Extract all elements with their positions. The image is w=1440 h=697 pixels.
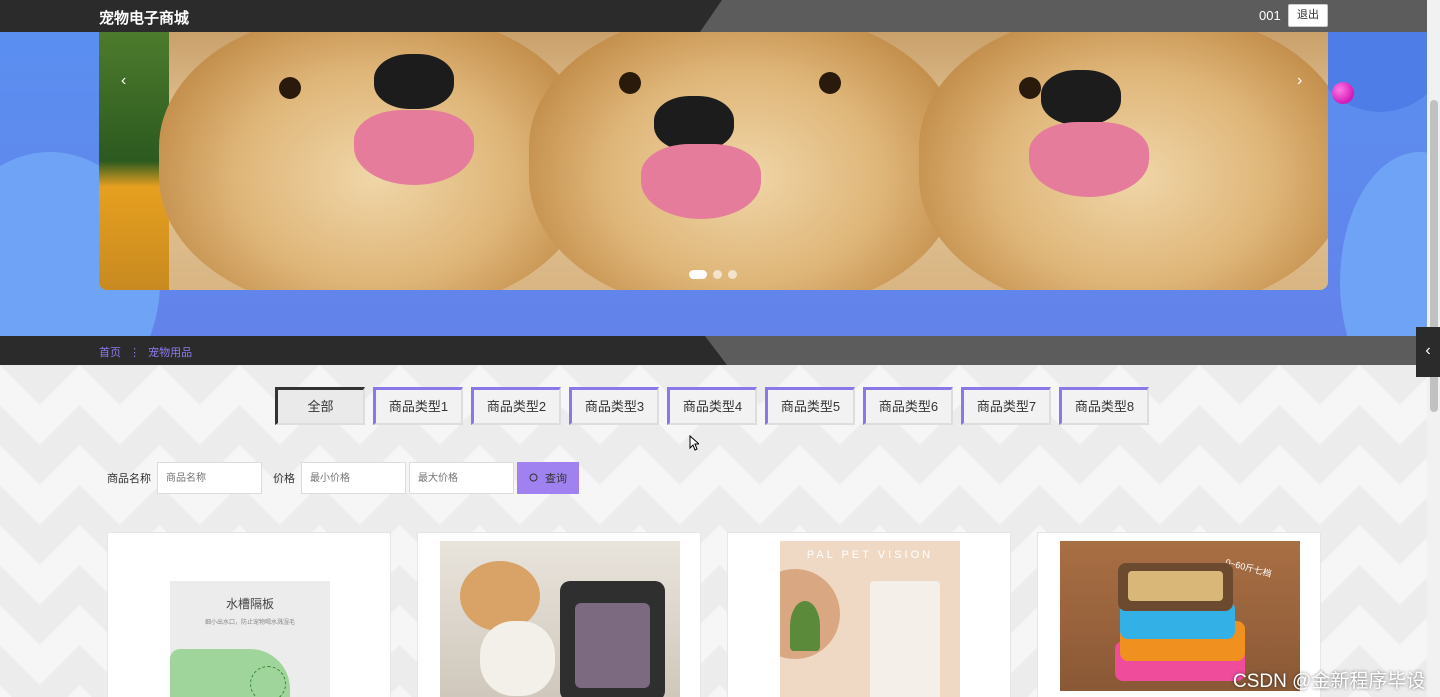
carousel[interactable]: ‹ › — [99, 32, 1328, 290]
breadcrumb: 首页 ⋮ 宠物用品 — [99, 344, 197, 360]
bed-mat — [1128, 571, 1223, 601]
carousel-prev-icon[interactable]: ‹ — [121, 72, 126, 90]
dog-eye — [279, 77, 301, 99]
product-image-subtitle: 细小出水口，防止宠物喝水溅湿毛 — [204, 620, 295, 626]
product-card[interactable]: PAL PET VISION — [727, 532, 1011, 697]
dog-tongue — [354, 110, 474, 185]
price-label: 价格 — [273, 473, 295, 485]
user-name: 001 — [1259, 8, 1281, 23]
tab-all[interactable]: 全部 — [275, 387, 365, 425]
dog-nose — [374, 54, 454, 109]
breadcrumb-bar: 首页 ⋮ 宠物用品 — [0, 336, 1427, 365]
mouse-cursor-icon — [689, 435, 699, 451]
top-header: 宠物电子商城 001 退出 — [0, 0, 1427, 32]
dog-shape — [480, 621, 555, 696]
tab-category-5[interactable]: 商品类型5 — [765, 387, 855, 425]
category-tabs: 全部 商品类型1 商品类型2 商品类型3 商品类型4 商品类型5 商品类型6 商… — [275, 387, 1149, 425]
tab-category-8[interactable]: 商品类型8 — [1059, 387, 1149, 425]
search-button-label: 查询 — [545, 473, 567, 485]
tab-category-3[interactable]: 商品类型3 — [569, 387, 659, 425]
side-panel-toggle-icon[interactable]: ‹ — [1416, 327, 1440, 377]
product-name-input[interactable] — [157, 462, 262, 494]
filter-bar: 商品名称 价格 查询 — [107, 462, 579, 494]
carousel-next-icon[interactable]: › — [1297, 72, 1302, 90]
feeder-tank — [575, 603, 650, 688]
watermark: CSDN @金新程序毕设 — [1233, 671, 1426, 692]
tab-category-6[interactable]: 商品类型6 — [863, 387, 953, 425]
tab-category-7[interactable]: 商品类型7 — [961, 387, 1051, 425]
search-button[interactable]: 查询 — [517, 462, 579, 494]
breadcrumb-current: 宠物用品 — [148, 347, 193, 359]
bowl-hole-icon — [250, 666, 286, 697]
tab-category-2[interactable]: 商品类型2 — [471, 387, 561, 425]
product-card[interactable] — [417, 532, 701, 697]
carousel-dot[interactable] — [689, 270, 707, 279]
cabinet-shape — [870, 581, 940, 697]
decor-ball-icon — [1332, 82, 1354, 104]
max-price-input[interactable] — [409, 462, 514, 494]
plant-shape — [790, 601, 820, 651]
breadcrumb-home[interactable]: 首页 — [99, 347, 121, 359]
content-area: 全部 商品类型1 商品类型2 商品类型3 商品类型4 商品类型5 商品类型6 商… — [0, 365, 1427, 697]
breadcrumb-wedge — [705, 336, 1427, 365]
tab-category-4[interactable]: 商品类型4 — [667, 387, 757, 425]
product-image[interactable]: PAL PET VISION — [780, 541, 960, 697]
carousel-dot[interactable] — [728, 270, 737, 279]
site-title[interactable]: 宠物电子商城 — [99, 7, 189, 28]
banner-wave — [1340, 152, 1427, 336]
banner: ‹ › — [0, 32, 1427, 336]
dog-eye — [819, 72, 841, 94]
dog-tongue — [1029, 122, 1149, 197]
carousel-dot[interactable] — [713, 270, 722, 279]
cat-shape — [460, 561, 540, 631]
product-image-title: PAL PET VISION — [806, 549, 934, 561]
product-image[interactable] — [440, 541, 680, 697]
product-card[interactable]: 水槽隔板 细小出水口，防止宠物喝水溅湿毛 — [107, 532, 391, 697]
product-name-label: 商品名称 — [107, 473, 151, 485]
min-price-input[interactable] — [301, 462, 406, 494]
breadcrumb-separator-icon: ⋮ — [129, 347, 141, 359]
product-image[interactable]: 水槽隔板 细小出水口，防止宠物喝水溅湿毛 — [170, 581, 330, 697]
product-grid: 水槽隔板 细小出水口，防止宠物喝水溅湿毛 PAL PET VISION 0~60… — [107, 532, 1321, 697]
dog-eye — [1019, 77, 1041, 99]
carousel-indicators — [689, 270, 737, 279]
tab-category-1[interactable]: 商品类型1 — [373, 387, 463, 425]
search-icon — [529, 473, 538, 482]
product-image-title: 水槽隔板 — [225, 597, 274, 611]
logout-button[interactable]: 退出 — [1288, 4, 1328, 27]
dog-tongue — [641, 144, 761, 219]
dog-eye — [619, 72, 641, 94]
dog-nose — [654, 96, 734, 151]
dog-nose — [1041, 70, 1121, 125]
